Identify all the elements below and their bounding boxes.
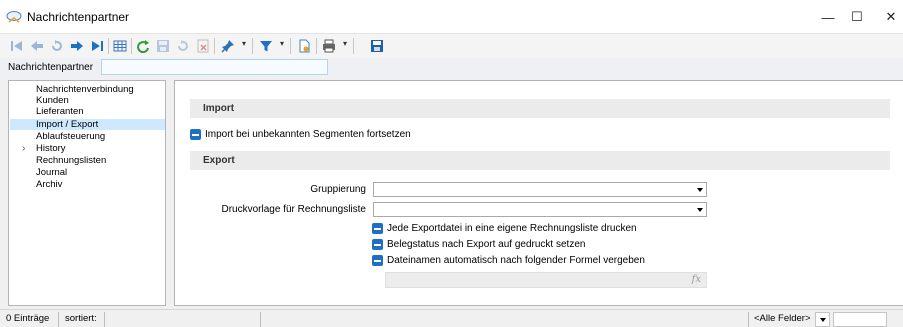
filter-label: Nachrichtenpartner xyxy=(8,62,94,73)
nav-item-label: Lieferanten xyxy=(36,106,84,117)
filename-formula-input[interactable]: fx xyxy=(385,272,707,288)
status-bar: 0 Einträge sortiert: <Alle Felder> xyxy=(0,309,903,327)
nav-item-label: Ablaufsteuerung xyxy=(36,131,106,142)
delete-icon xyxy=(197,39,209,53)
close-icon: ✕ xyxy=(885,9,897,24)
belegstatus-label: Belegstatus nach Export auf gedruckt set… xyxy=(387,239,586,250)
nav-item-label: Import / Export xyxy=(36,119,99,130)
save-button[interactable] xyxy=(156,38,170,54)
save-icon xyxy=(157,40,169,52)
pin-button[interactable] xyxy=(221,38,235,54)
delete-button[interactable] xyxy=(196,38,210,54)
first-record-icon xyxy=(11,41,22,51)
nav-tree: Nachrichtenverbindung Kunden Lieferanten… xyxy=(8,80,166,306)
save-disk-icon xyxy=(371,40,383,52)
print-button[interactable] xyxy=(322,38,336,54)
pin-icon xyxy=(221,40,234,53)
import-section-title: Import xyxy=(203,103,235,114)
pin-dropdown-icon[interactable]: ▾ xyxy=(242,39,246,48)
toolbar: ▾ ▾ ▾ xyxy=(0,34,903,58)
print-icon xyxy=(323,39,335,53)
nav-item-history[interactable]: › History xyxy=(10,143,165,154)
auto-filename-label: Dateinamen automatisch nach folgender Fo… xyxy=(387,255,645,266)
record-count: 0 Einträge xyxy=(6,313,50,324)
app-icon xyxy=(6,11,22,23)
nav-item-nachrichtenverbindung[interactable]: Nachrichtenverbindung xyxy=(10,84,165,95)
nav-item-label: Rechnungslisten xyxy=(36,155,107,166)
filter-input[interactable] xyxy=(101,59,328,75)
document-button[interactable] xyxy=(297,38,311,54)
dropdown-arrow-icon xyxy=(820,318,826,322)
close-button[interactable]: ✕ xyxy=(868,0,903,34)
dropdown-arrow-icon xyxy=(697,208,703,212)
next-record-button[interactable] xyxy=(70,38,84,54)
revert-button[interactable] xyxy=(176,38,190,54)
refresh-button[interactable] xyxy=(136,38,150,54)
fx-icon[interactable]: fx xyxy=(692,274,701,285)
filter-dropdown-icon[interactable]: ▾ xyxy=(280,39,284,48)
filter-icon xyxy=(260,41,272,52)
save-disk-button[interactable] xyxy=(370,38,384,54)
gruppierung-select[interactable] xyxy=(373,182,707,197)
first-record-button[interactable] xyxy=(10,38,24,54)
nav-item-archiv[interactable]: Archiv xyxy=(10,179,165,190)
export-section-title: Export xyxy=(203,155,235,166)
nav-item-lieferanten[interactable]: Lieferanten xyxy=(10,106,165,117)
separate-list-label: Jede Exportdatei in eine eigene Rechnung… xyxy=(387,223,637,234)
field-selector-value: <Alle Felder> xyxy=(754,313,811,324)
separate-list-checkbox[interactable] xyxy=(372,223,383,234)
undo-icon xyxy=(52,40,62,51)
filter-row: Nachrichtenpartner xyxy=(0,58,903,78)
expand-chevron-icon[interactable]: › xyxy=(22,143,25,154)
last-record-button[interactable] xyxy=(90,38,104,54)
last-record-icon xyxy=(92,41,103,51)
window-title: Nachrichtenpartner xyxy=(27,10,130,24)
nav-item-label: Nachrichtenverbindung xyxy=(36,84,134,95)
field-selector-dropdown[interactable] xyxy=(815,312,830,327)
table-view-button[interactable] xyxy=(113,38,127,54)
nav-item-rechnungslisten[interactable]: Rechnungslisten xyxy=(10,155,165,166)
previous-record-button[interactable] xyxy=(30,38,44,54)
dropdown-arrow-icon xyxy=(697,188,703,192)
title-bar: Nachrichtenpartner — ☐ ✕ xyxy=(0,0,903,34)
nav-item-import-export[interactable]: Import / Export xyxy=(10,119,165,130)
minimize-icon: — xyxy=(821,9,835,25)
filter-button[interactable] xyxy=(259,38,273,54)
druckvorlage-label: Druckvorlage für Rechnungsliste xyxy=(221,204,366,215)
druckvorlage-select[interactable] xyxy=(373,202,707,217)
nav-item-label: Kunden xyxy=(36,95,69,106)
nav-item-label: Journal xyxy=(36,167,68,178)
import-unknown-segments-checkbox[interactable] xyxy=(190,129,201,140)
document-icon xyxy=(299,39,310,53)
import-unknown-segments-label: Import bei unbekannten Segmenten fortset… xyxy=(205,129,411,140)
maximize-icon: ☐ xyxy=(851,9,863,24)
revert-icon xyxy=(178,40,188,51)
refresh-icon xyxy=(137,40,149,53)
belegstatus-checkbox[interactable] xyxy=(372,239,383,250)
status-search-input[interactable] xyxy=(833,312,887,327)
export-section-header: Export xyxy=(190,151,890,170)
main-panel: Import Import bei unbekannten Segmenten … xyxy=(174,80,903,306)
gruppierung-label: Gruppierung xyxy=(310,184,366,195)
nav-item-label: History xyxy=(36,143,66,154)
sort-status: sortiert: xyxy=(65,313,97,324)
next-record-icon xyxy=(71,41,83,51)
auto-filename-checkbox[interactable] xyxy=(372,255,383,266)
print-dropdown-icon[interactable]: ▾ xyxy=(343,39,347,48)
nav-item-ablaufsteuerung[interactable]: Ablaufsteuerung xyxy=(10,131,165,142)
nav-item-journal[interactable]: Journal xyxy=(10,167,165,178)
import-section-header: Import xyxy=(190,99,890,118)
table-view-icon xyxy=(113,40,127,52)
nav-item-kunden[interactable]: Kunden xyxy=(10,95,165,106)
previous-record-icon xyxy=(31,41,43,51)
nav-item-label: Archiv xyxy=(36,179,63,190)
undo-button[interactable] xyxy=(50,38,64,54)
